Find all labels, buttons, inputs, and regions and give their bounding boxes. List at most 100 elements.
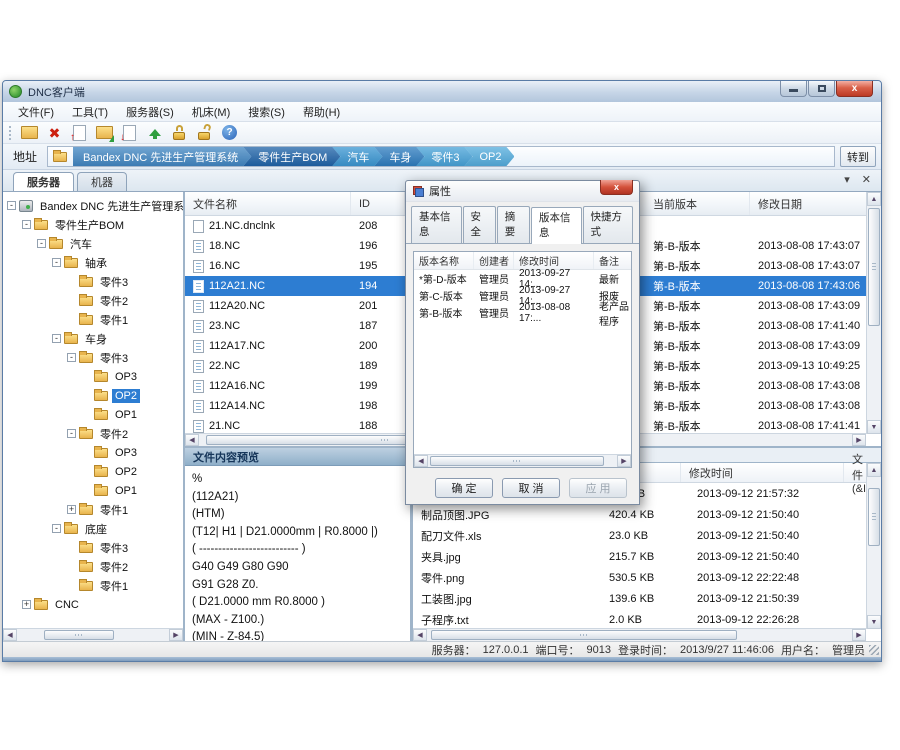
dialog-horizontal-scrollbar[interactable]: ◀ ▶	[414, 454, 631, 467]
tree-item[interactable]: -车身	[3, 329, 183, 348]
tree-item[interactable]: -零件生产BOM	[3, 215, 183, 234]
tree-item[interactable]: OP2	[3, 462, 183, 481]
new-folder-icon[interactable]	[21, 124, 38, 141]
breadcrumb-segment[interactable]: 零件3	[416, 147, 472, 166]
breadcrumb-segment[interactable]: 零件生产BOM	[243, 147, 340, 166]
tree-item[interactable]: 零件3	[3, 272, 183, 291]
column-header-version-name[interactable]: 版本名称	[414, 252, 474, 269]
close-button[interactable]: x	[836, 81, 873, 97]
tree-item[interactable]: -Bandex DNC 先进生产管理系	[3, 196, 183, 215]
tree-item[interactable]: 零件2	[3, 291, 183, 310]
attachment-row[interactable]: 零件.png530.5 KB2013-09-12 22:22:48	[413, 567, 866, 588]
column-header-note[interactable]: 备注	[594, 252, 631, 269]
取消-button[interactable]: 取 消	[502, 478, 560, 498]
tree-item[interactable]: 零件1	[3, 310, 183, 329]
collapse-icon[interactable]: -	[52, 334, 61, 343]
scroll-right-icon[interactable]: ▶	[169, 629, 183, 641]
scroll-left-icon[interactable]: ◀	[3, 629, 17, 641]
tree-item[interactable]: -汽车	[3, 234, 183, 253]
attachment-row[interactable]: 制品顶图.JPG420.4 KB2013-09-12 21:50:40	[413, 504, 866, 525]
dialog-tab-摘要[interactable]: 摘要	[497, 206, 530, 243]
menu-item[interactable]: 搜索(S)	[239, 102, 294, 122]
help-icon[interactable]	[221, 124, 238, 141]
tree-item[interactable]: -轴承	[3, 253, 183, 272]
attachment-row[interactable]: 配刀文件.xls23.0 KB2013-09-12 21:50:40	[413, 525, 866, 546]
attachment-row[interactable]: 工装图.jpg139.6 KB2013-09-12 21:50:39	[413, 588, 866, 609]
minimize-button[interactable]	[780, 81, 807, 97]
version-row[interactable]: 第-B-版本管理员2013-08-08 17:...老产品程序	[414, 304, 631, 321]
dialog-tab-安全[interactable]: 安全	[463, 206, 496, 243]
column-header-version[interactable]: 当前版本	[645, 192, 750, 215]
scroll-up-icon[interactable]: ▲	[867, 192, 881, 206]
scroll-down-icon[interactable]: ▼	[867, 615, 881, 629]
chevron-down-icon[interactable]: ▾	[844, 173, 850, 186]
tree-item[interactable]: OP3	[3, 443, 183, 462]
go-button[interactable]: 转到	[840, 146, 876, 167]
tree-item[interactable]: -零件3	[3, 348, 183, 367]
确定-button[interactable]: 确 定	[435, 478, 493, 498]
tab-服务器[interactable]: 服务器	[13, 172, 74, 191]
checkout-doc-icon[interactable]	[121, 124, 138, 141]
column-header-file[interactable]: 文件(&I	[844, 463, 866, 482]
tree-item[interactable]: -零件2	[3, 424, 183, 443]
collapse-icon[interactable]: -	[67, 353, 76, 362]
dialog-close-button[interactable]: x	[600, 180, 633, 195]
tab-机器[interactable]: 机器	[77, 172, 127, 191]
attachment-horizontal-scrollbar[interactable]: ◀ ▶	[413, 628, 866, 641]
tree-item[interactable]: 零件1	[3, 576, 183, 595]
tree-item[interactable]: OP1	[3, 481, 183, 500]
attachment-row[interactable]: 夹具.jpg215.7 KB2013-09-12 21:50:40	[413, 546, 866, 567]
menu-item[interactable]: 工具(T)	[63, 102, 117, 122]
delete-icon[interactable]	[46, 124, 63, 141]
open-folder-icon[interactable]	[96, 124, 113, 141]
collapse-icon[interactable]: -	[52, 258, 61, 267]
dialog-tab-快捷方式[interactable]: 快捷方式	[583, 206, 634, 243]
collapse-icon[interactable]: -	[37, 239, 46, 248]
collapse-icon[interactable]: -	[52, 524, 61, 533]
collapse-icon[interactable]: -	[22, 220, 31, 229]
tree-item[interactable]: +零件1	[3, 500, 183, 519]
title-bar[interactable]: DNC客户端 x	[3, 81, 881, 102]
dialog-tab-基本信息[interactable]: 基本信息	[411, 206, 462, 243]
resize-grip[interactable]	[869, 645, 879, 655]
checkin-doc-icon[interactable]	[71, 124, 88, 141]
attachment-vertical-scrollbar[interactable]: ▲ ▼	[866, 463, 881, 629]
tree-item[interactable]: +CNC	[3, 595, 183, 614]
scroll-right-icon[interactable]: ▶	[852, 434, 866, 446]
lock-icon[interactable]	[171, 124, 188, 141]
collapse-icon[interactable]: -	[67, 429, 76, 438]
column-header-date[interactable]: 修改日期	[750, 192, 866, 215]
column-header-time[interactable]: 修改时间	[681, 463, 844, 482]
dialog-tab-版本信息[interactable]: 版本信息	[531, 207, 582, 244]
menu-item[interactable]: 帮助(H)	[294, 102, 349, 122]
maximize-button[interactable]	[808, 81, 835, 97]
scroll-left-icon[interactable]: ◀	[414, 455, 428, 467]
tree-item[interactable]: OP3	[3, 367, 183, 386]
tree-item[interactable]: OP2	[3, 386, 183, 405]
scroll-left-icon[interactable]: ◀	[413, 629, 427, 641]
menu-item[interactable]: 服务器(S)	[117, 102, 183, 122]
collapse-icon[interactable]: -	[7, 201, 16, 210]
tree-horizontal-scrollbar[interactable]: ◀ ▶	[3, 628, 183, 641]
attachment-row[interactable]: 子程序.txt2.0 KB2013-09-12 22:26:28	[413, 609, 866, 630]
column-header-filename[interactable]: 文件名称	[185, 192, 351, 215]
close-panel-icon[interactable]: ✕	[862, 173, 871, 186]
column-header-creator[interactable]: 创建者	[474, 252, 514, 269]
scroll-right-icon[interactable]: ▶	[617, 455, 631, 467]
tree-item[interactable]: 零件3	[3, 538, 183, 557]
tree-item[interactable]: -底座	[3, 519, 183, 538]
scroll-up-icon[interactable]: ▲	[867, 463, 881, 477]
menu-item[interactable]: 机床(M)	[183, 102, 240, 122]
column-header-modified[interactable]: 修改时间	[514, 252, 594, 269]
upload-arrow-icon[interactable]	[146, 124, 163, 141]
toolbar-handle[interactable]	[9, 126, 13, 140]
expand-icon[interactable]: +	[22, 600, 31, 609]
unlock-icon[interactable]	[196, 124, 213, 141]
scroll-left-icon[interactable]: ◀	[185, 434, 199, 446]
file-list-vertical-scrollbar[interactable]: ▲ ▼	[866, 192, 881, 434]
scroll-down-icon[interactable]: ▼	[867, 420, 881, 434]
breadcrumb-segment[interactable]: Bandex DNC 先进生产管理系统	[73, 147, 251, 166]
scroll-right-icon[interactable]: ▶	[852, 629, 866, 641]
tree-item[interactable]: 零件2	[3, 557, 183, 576]
address-field[interactable]: Bandex DNC 先进生产管理系统零件生产BOM汽车车身零件3OP2	[47, 146, 835, 167]
